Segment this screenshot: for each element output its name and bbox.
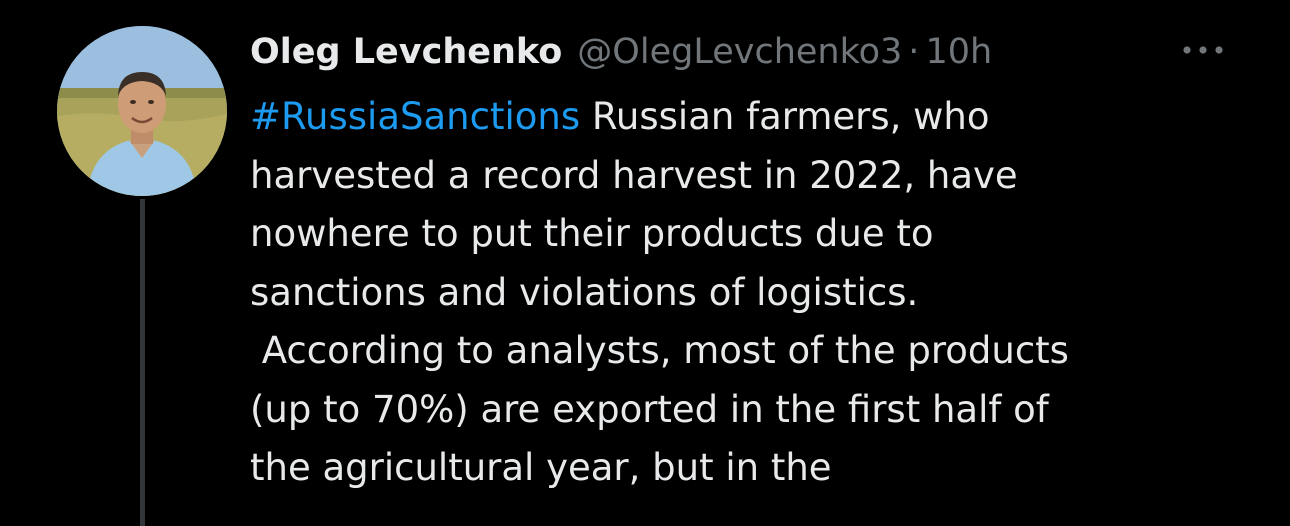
more-options-button[interactable] <box>1181 40 1225 60</box>
avatar-photo <box>57 26 227 196</box>
tweet-header: Oleg Levchenko @OlegLevchenko3 · 10h <box>250 24 992 80</box>
author-name[interactable]: Oleg Levchenko <box>250 32 562 72</box>
separator-dot: · <box>908 32 920 72</box>
author-handle[interactable]: @OlegLevchenko3 <box>577 32 902 72</box>
more-horizontal-icon <box>1183 46 1223 54</box>
hashtag-link[interactable]: #RussiaSanctions <box>250 95 580 138</box>
tweet[interactable]: Oleg Levchenko @OlegLevchenko3 · 10h #Ru… <box>0 0 1290 526</box>
thread-line <box>140 199 145 526</box>
avatar[interactable] <box>57 26 227 196</box>
tweet-text: #RussiaSanctions Russian farmers, who ha… <box>250 88 1260 498</box>
tweet-timestamp[interactable]: 10h <box>925 32 992 72</box>
tweet-body: Russian farmers, who harvested a record … <box>250 95 1069 489</box>
